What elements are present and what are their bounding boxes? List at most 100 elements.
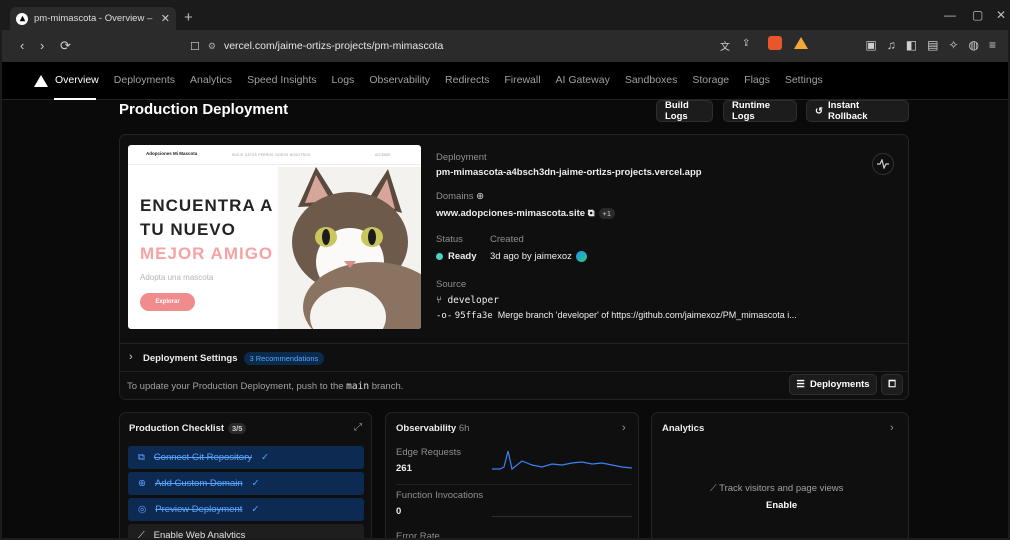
- preview-headline-3: MEJOR AMIGO: [140, 244, 274, 263]
- production-hint-row: To update your Production Deployment, pu…: [119, 371, 909, 399]
- nav-tab-redirects[interactable]: Redirects: [445, 74, 489, 86]
- observability-title: Observability 6h: [396, 423, 470, 434]
- forward-icon[interactable]: ›: [40, 38, 44, 53]
- fn-baseline: [492, 516, 632, 517]
- menu-icon[interactable]: ≡: [989, 38, 996, 52]
- nav-tab-analytics[interactable]: Analytics: [190, 74, 232, 86]
- nav-tab-deployments[interactable]: Deployments: [114, 74, 175, 86]
- source-commit[interactable]: -o- 95ffa3e Merge branch 'developer' of …: [436, 310, 797, 321]
- source-branch[interactable]: ⑂ developer: [436, 295, 499, 306]
- function-invocations-label: Function Invocations: [396, 490, 484, 501]
- preview-subtitle: Adopta una mascota: [140, 273, 214, 282]
- share-icon[interactable]: ⇪: [742, 38, 750, 49]
- globe-icon: ⊕: [138, 478, 146, 489]
- deployments-button[interactable]: ☰ Deployments: [789, 374, 877, 395]
- nav-tab-ai-gateway[interactable]: AI Gateway: [556, 74, 610, 86]
- url-text[interactable]: vercel.com/jaime-ortizs-projects/pm-mima…: [224, 40, 443, 52]
- build-logs-label: Build Logs: [665, 100, 689, 122]
- url-box[interactable]: ☐ ⚙ vercel.com/jaime-ortizs-projects/pm-…: [190, 36, 860, 56]
- git-icon: ⧉: [138, 452, 145, 463]
- nav-items: Overview Deployments Analytics Speed Insigh…: [55, 74, 823, 86]
- nav-tab-overview[interactable]: Overview: [55, 74, 99, 86]
- enable-analytics-button[interactable]: Enable: [766, 500, 797, 511]
- created-value: 3d ago by jaimexoz: [490, 251, 587, 262]
- expand-icon[interactable]: ⤢: [354, 422, 362, 433]
- analytics-title: Analytics: [662, 423, 705, 434]
- preview-icon: ◎: [138, 504, 147, 515]
- status-label: Status: [436, 234, 463, 245]
- toolbar-icons: ▣ ♫ ◧ ▤ ✧ ◍ ≡: [865, 38, 996, 52]
- deployment-label: Deployment: [436, 152, 487, 163]
- preview-headline-1: ENCUENTRA A: [140, 196, 274, 215]
- preview-cta-label: Explorar: [155, 299, 180, 305]
- panel-icon[interactable]: ◧: [906, 38, 917, 52]
- checklist-item[interactable]: ◎ Preview Deployment ✓: [128, 498, 364, 521]
- back-icon[interactable]: ‹: [20, 38, 24, 53]
- bookmark-icon[interactable]: ☐: [190, 40, 200, 53]
- activity-icon[interactable]: [872, 153, 894, 175]
- wallet-icon[interactable]: ▤: [927, 38, 938, 52]
- branch-icon: ⑂: [436, 295, 442, 306]
- deployment-settings-row[interactable]: › Deployment Settings 3 Recommendations: [119, 343, 909, 371]
- domain-link[interactable]: www.adopciones-mimascota.site ⧉ +1: [436, 208, 616, 219]
- project-nav: Overview Deployments Analytics Speed Insigh…: [2, 62, 1008, 100]
- nav-tab-speed-insights[interactable]: Speed Insights: [247, 74, 316, 86]
- function-invocations-value: 0: [396, 506, 402, 517]
- deployment-settings-label: Deployment Settings 3 Recommendations: [143, 352, 325, 365]
- analytics-card[interactable]: Analytics › ⟋ Track visitors and page vi…: [651, 412, 909, 538]
- domains-label: Domains ⊕: [436, 191, 485, 202]
- nav-tab-firewall[interactable]: Firewall: [504, 74, 540, 86]
- translate-icon[interactable]: 文: [720, 38, 730, 53]
- minimize-icon[interactable]: —: [944, 8, 956, 22]
- restore-icon[interactable]: ▢: [972, 8, 983, 22]
- deployment-preview[interactable]: Adopciones Mi Mascota INICIO GATOS PERRO…: [128, 145, 421, 329]
- chevron-right-icon: ›: [129, 351, 133, 363]
- sidebar-icon[interactable]: ▣: [865, 38, 876, 52]
- nav-tab-sandboxes[interactable]: Sandboxes: [625, 74, 678, 86]
- nav-tab-flags[interactable]: Flags: [744, 74, 770, 86]
- tab-close-icon[interactable]: ✕: [161, 12, 170, 25]
- address-bar: ‹ › ⟳ ☐ ⚙ vercel.com/jaime-ortizs-projec…: [2, 30, 1008, 62]
- list-icon: ☰: [796, 379, 805, 390]
- preview-cta-button: Explorar: [140, 293, 195, 311]
- checklist-item[interactable]: ⧉ Connect Git Repository ✓: [128, 446, 364, 469]
- avatar[interactable]: [575, 251, 587, 262]
- nav-tab-observability[interactable]: Observability: [369, 74, 430, 86]
- domains-extra-chip[interactable]: +1: [598, 208, 616, 219]
- production-hint-text: To update your Production Deployment, pu…: [127, 381, 404, 392]
- observability-card[interactable]: Observability 6h › Edge Requests 261 Fun…: [385, 412, 639, 538]
- runtime-logs-button[interactable]: Runtime Logs: [723, 100, 797, 122]
- music-icon[interactable]: ♫: [887, 38, 896, 52]
- source-label: Source: [436, 279, 467, 290]
- close-window-icon[interactable]: ✕: [996, 8, 1006, 22]
- recommendations-badge[interactable]: 3 Recommendations: [243, 352, 325, 365]
- site-info-icon[interactable]: ⚙: [208, 41, 216, 52]
- build-logs-button[interactable]: Build Logs: [656, 100, 713, 122]
- analytics-chevron-icon: ›: [890, 422, 894, 434]
- checklist-item[interactable]: ⟋ Enable Web Analytics: [128, 524, 364, 538]
- instant-rollback-button[interactable]: ↺ Instant Rollback: [806, 100, 909, 122]
- nav-tab-settings[interactable]: Settings: [785, 74, 823, 86]
- new-tab-icon[interactable]: +: [184, 9, 193, 26]
- edge-requests-sparkline: [492, 450, 632, 471]
- nav-tab-logs[interactable]: Logs: [332, 74, 355, 86]
- deployment-url[interactable]: pm-mimascota-a4bsch3dn-jaime-ortizs-proj…: [436, 167, 702, 178]
- brave-rewards-icon[interactable]: [794, 37, 808, 49]
- edge-requests-value: 261: [396, 463, 412, 474]
- vercel-logo-icon[interactable]: [34, 75, 48, 87]
- docs-button[interactable]: ⧠: [881, 374, 903, 395]
- reload-icon[interactable]: ⟳: [60, 38, 71, 54]
- preview-navbar: Adopciones Mi Mascota INICIO GATOS PERRO…: [128, 145, 421, 165]
- vpn-icon[interactable]: ◍: [969, 38, 979, 52]
- nav-tab-storage[interactable]: Storage: [692, 74, 729, 86]
- browser-tab[interactable]: pm-mimascota - Overview – Ver ✕: [10, 7, 176, 30]
- check-icon: ✓: [261, 452, 269, 463]
- chart-icon: ⟋: [710, 483, 717, 494]
- checklist-item-label: Preview Deployment: [155, 504, 243, 515]
- extensions-icon[interactable]: ✧: [948, 38, 958, 52]
- brave-shield-icon[interactable]: [768, 36, 782, 50]
- created-label: Created: [490, 234, 524, 245]
- tab-strip: pm-mimascota - Overview – Ver ✕ + — ▢ ✕: [2, 2, 1008, 30]
- add-domain-icon[interactable]: ⊕: [476, 191, 484, 202]
- checklist-item[interactable]: ⊕ Add Custom Domain ✓: [128, 472, 364, 495]
